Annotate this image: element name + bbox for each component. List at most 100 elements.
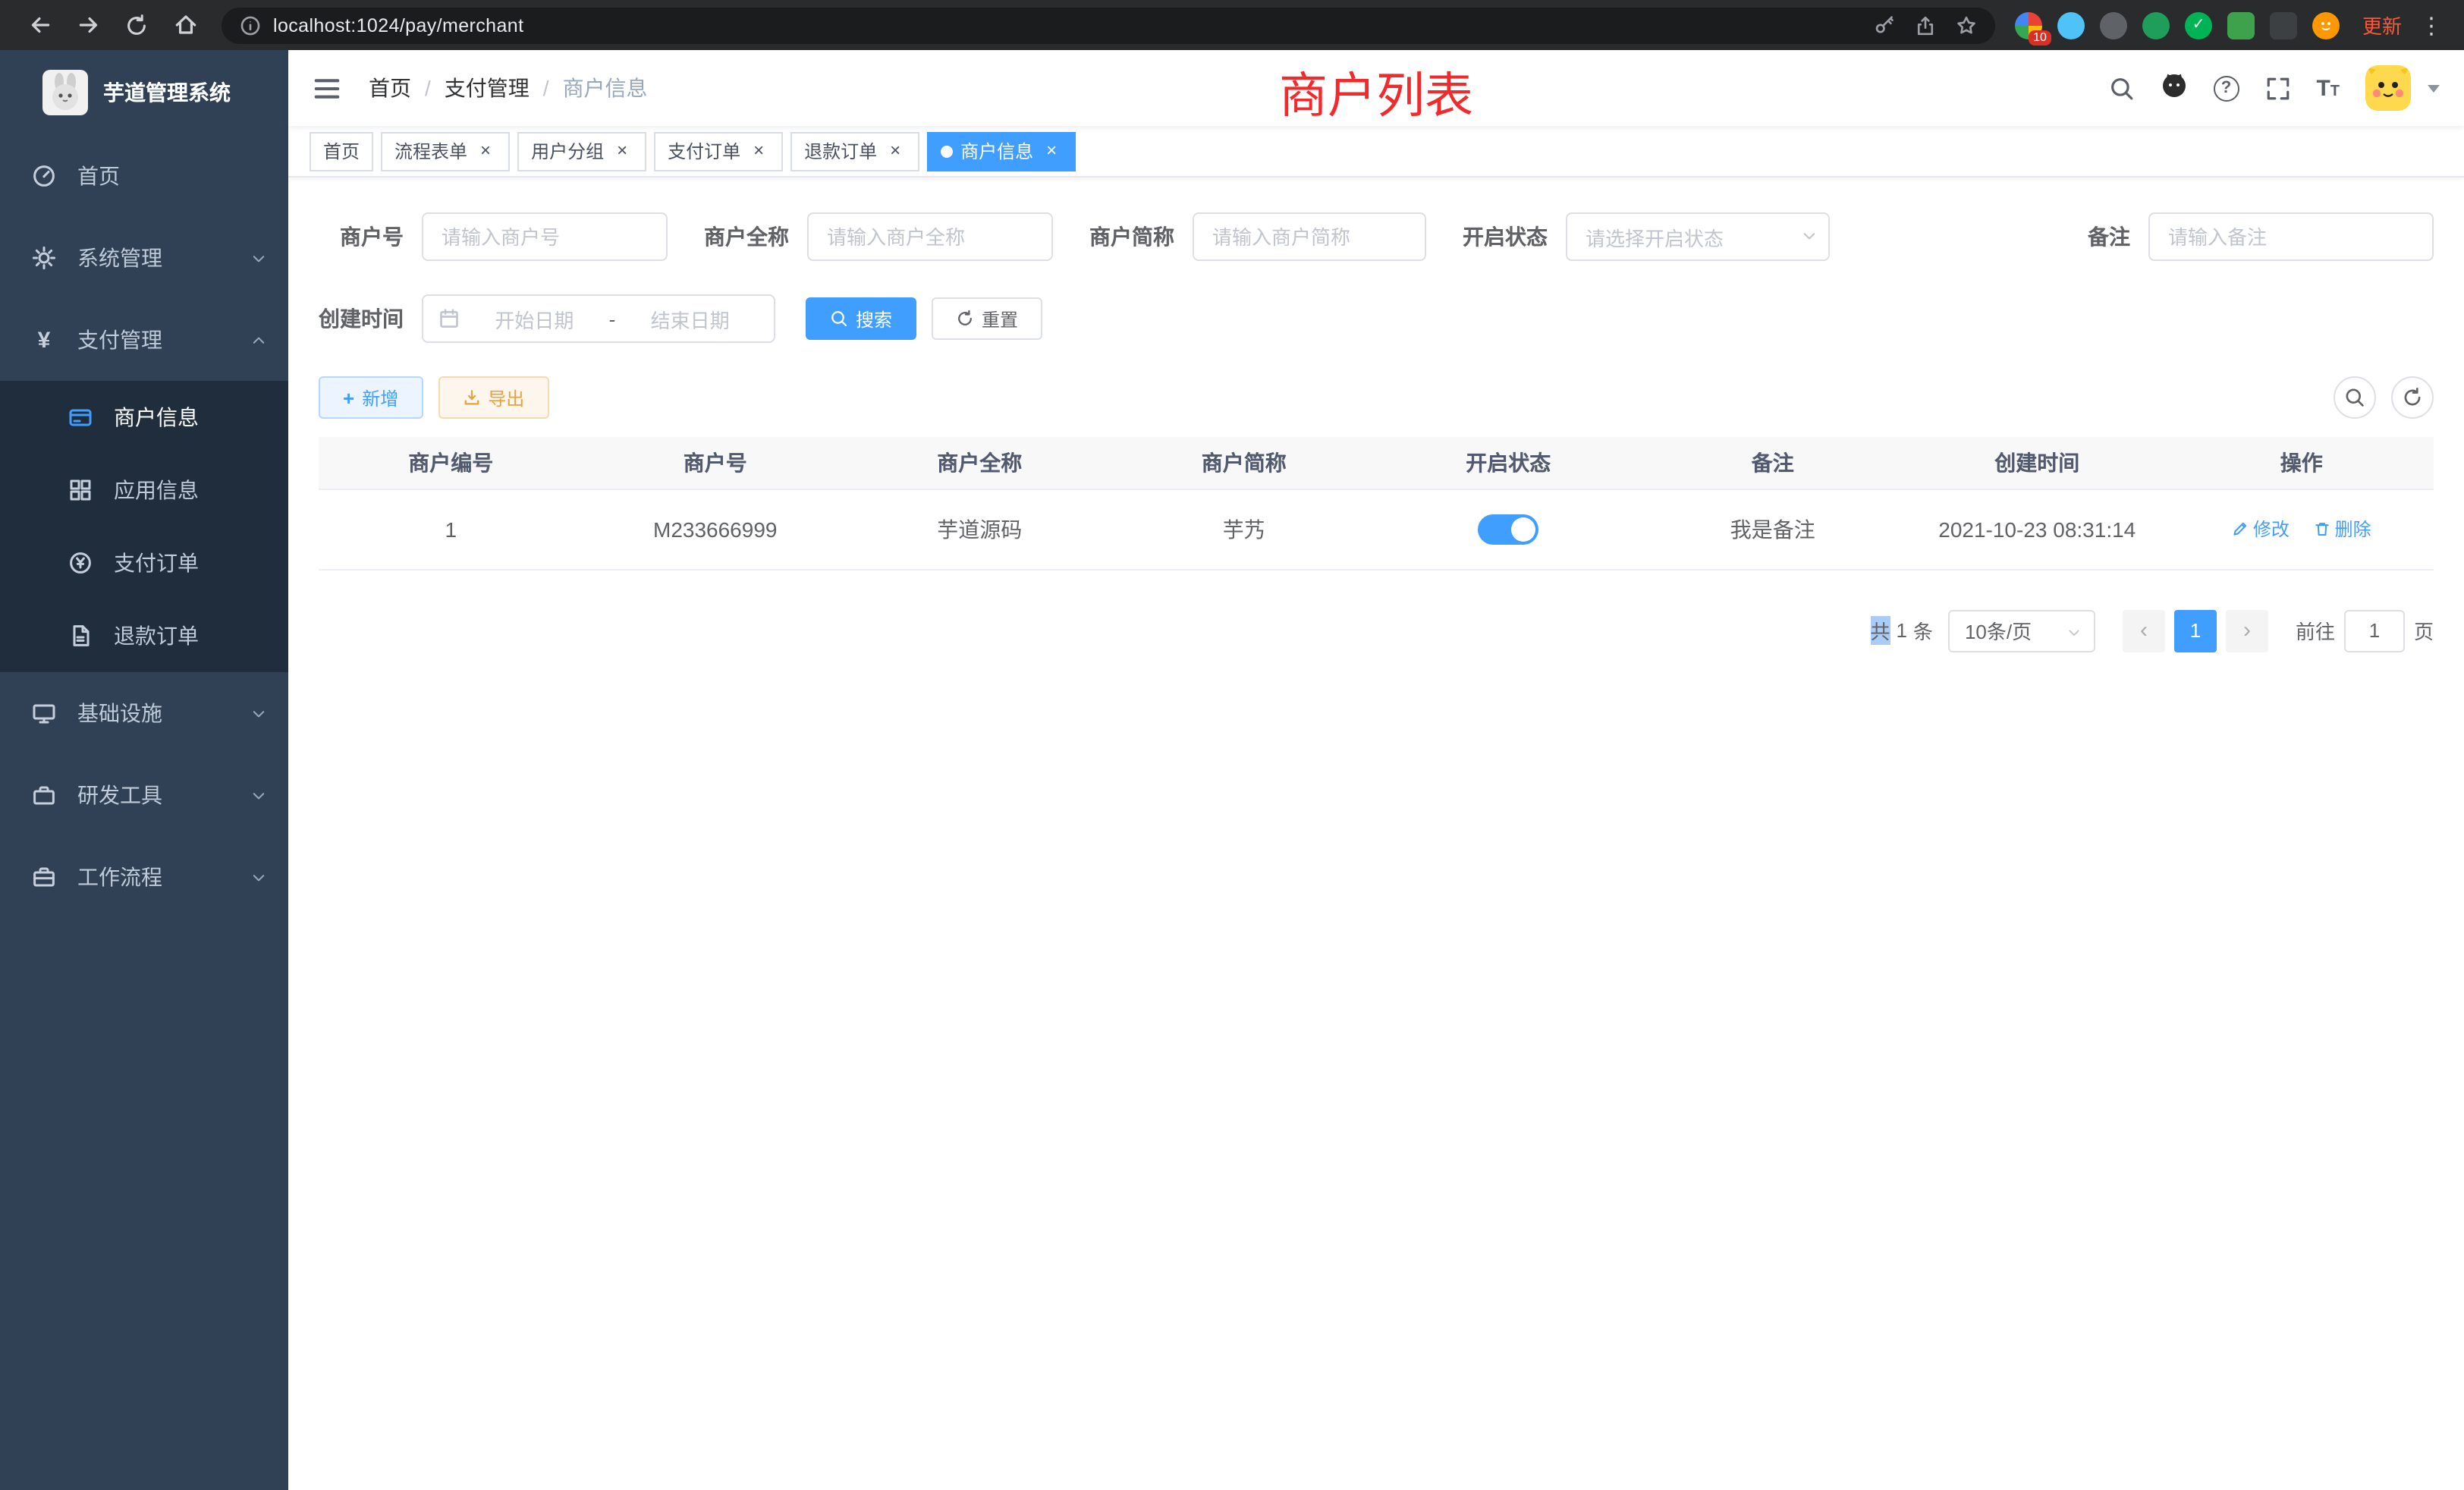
briefcase-icon	[30, 865, 58, 889]
sidebar-item-payment[interactable]: ¥ 支付管理	[0, 299, 288, 381]
breadcrumb-payment[interactable]: 支付管理	[445, 73, 530, 103]
sidebar-item-merchant-info[interactable]: 商户信息	[0, 381, 288, 454]
remark-input[interactable]	[2148, 212, 2434, 261]
create-time-label: 创建时间	[319, 303, 422, 334]
sidebar-item-infra[interactable]: 基础设施	[0, 672, 288, 754]
tab-pay-order[interactable]: 支付订单 ×	[654, 131, 783, 171]
close-icon[interactable]: ×	[748, 140, 769, 162]
caret-down-icon[interactable]	[2428, 84, 2440, 92]
github-icon[interactable]	[2160, 71, 2187, 105]
close-icon[interactable]: ×	[475, 140, 496, 162]
site-info-icon[interactable]	[240, 14, 261, 36]
breadcrumb-current: 商户信息	[563, 73, 648, 103]
reset-button[interactable]: 重置	[932, 297, 1042, 340]
extension-check-icon[interactable]: ✓	[2185, 11, 2212, 39]
status-toggle[interactable]	[1478, 514, 1538, 544]
app-logo[interactable]: 芋道管理系统	[0, 50, 288, 135]
breadcrumb-home[interactable]: 首页	[369, 73, 411, 103]
browser-home-button[interactable]	[165, 5, 205, 45]
tab-merchant-info[interactable]: 商户信息 ×	[927, 131, 1076, 171]
col-merchant-id: 商户编号	[319, 437, 583, 489]
sidebar-item-label: 首页	[77, 161, 120, 191]
export-button[interactable]: 导出	[438, 376, 548, 419]
sidebar-item-pay-order[interactable]: 支付订单	[0, 527, 288, 599]
page-size-select[interactable]: 10条/页	[1948, 609, 2095, 652]
search-toggle-button[interactable]	[2334, 376, 2376, 419]
close-icon[interactable]: ×	[611, 140, 633, 162]
sidebar-item-workflow[interactable]: 工作流程	[0, 836, 288, 918]
col-short-name: 商户简称	[1112, 437, 1377, 489]
merchant-table: 商户编号 商户号 商户全称 商户简称 开启状态 备注 创建时间 操作 1	[319, 437, 2434, 570]
full-name-input[interactable]	[807, 212, 1053, 261]
delete-link[interactable]: 删除	[2314, 516, 2371, 542]
close-icon[interactable]: ×	[885, 140, 906, 162]
extension-gray-icon[interactable]	[2100, 11, 2127, 39]
tab-user-group[interactable]: 用户分组 ×	[517, 131, 646, 171]
extension-droplet-icon[interactable]	[2057, 11, 2085, 39]
password-key-icon[interactable]	[1874, 14, 1895, 36]
extension-sheets-icon[interactable]	[2227, 11, 2255, 39]
cell-full-name: 芋道源码	[847, 489, 1112, 569]
breadcrumb-separator: /	[425, 76, 431, 100]
bookmark-star-icon[interactable]	[1956, 14, 1977, 36]
sidebar-item-app-info[interactable]: 应用信息	[0, 454, 288, 527]
calendar-icon	[438, 308, 460, 329]
col-status: 开启状态	[1376, 437, 1641, 489]
close-icon[interactable]: ×	[1041, 140, 1062, 162]
sidebar-item-label: 系统管理	[77, 243, 162, 273]
browser-reload-button[interactable]	[117, 5, 156, 45]
tab-refund-order[interactable]: 退款订单 ×	[790, 131, 919, 171]
breadcrumb: 首页 / 支付管理 / 商户信息	[369, 73, 648, 103]
browser-menu-icon[interactable]: ⋮	[2420, 11, 2443, 39]
status-select[interactable]: 请选择开启状态	[1566, 212, 1830, 261]
tab-home[interactable]: 首页	[310, 131, 373, 171]
add-button[interactable]: + 新增	[319, 376, 423, 419]
prev-page-button[interactable]: ‹	[2123, 609, 2165, 652]
cell-create-time: 2021-10-23 08:31:14	[1905, 489, 2170, 569]
create-time-range-picker[interactable]: 开始日期 - 结束日期	[422, 294, 775, 343]
search-icon[interactable]	[2108, 75, 2134, 101]
search-button[interactable]: 搜索	[806, 297, 916, 340]
address-bar[interactable]: localhost:1024/pay/merchant	[222, 7, 1995, 43]
goto-page-input[interactable]	[2344, 609, 2405, 652]
next-page-button[interactable]: ›	[2226, 609, 2268, 652]
browser-forward-button[interactable]	[68, 5, 108, 45]
sidebar-item-label: 商户信息	[114, 402, 199, 432]
edit-link[interactable]: 修改	[2232, 516, 2290, 542]
chevron-down-icon	[250, 250, 267, 266]
fullscreen-icon[interactable]	[2264, 75, 2290, 101]
browser-update-button[interactable]: 更新	[2362, 11, 2402, 39]
extension-emoji-icon[interactable]	[2312, 11, 2340, 39]
short-name-input[interactable]	[1193, 212, 1426, 261]
chevron-down-icon	[250, 787, 267, 803]
page-1-button[interactable]: 1	[2174, 609, 2217, 652]
sidebar-menu: 首页 系统管理 ¥ 支付管理	[0, 135, 288, 918]
extension-pin-icon[interactable]	[2270, 11, 2297, 39]
start-date-placeholder: 开始日期	[466, 304, 603, 333]
font-size-icon[interactable]: TT	[2316, 75, 2340, 101]
extension-badge: 10	[2029, 30, 2051, 45]
extension-green-icon[interactable]	[2142, 11, 2170, 39]
hamburger-icon[interactable]	[313, 74, 341, 102]
sidebar-item-refund-order[interactable]: 退款订单	[0, 599, 288, 672]
date-separator: -	[609, 307, 616, 330]
refresh-button[interactable]	[2391, 376, 2434, 419]
sidebar-item-system[interactable]: 系统管理	[0, 217, 288, 299]
extension-colorful-icon[interactable]: 10	[2015, 11, 2042, 39]
cell-status	[1376, 489, 1641, 569]
yen-icon: ¥	[30, 328, 58, 351]
plus-icon: +	[343, 388, 354, 407]
logo-rabbit-icon	[42, 70, 88, 115]
sidebar-item-label: 支付管理	[77, 325, 162, 355]
payment-submenu: 商户信息 应用信息 支付订单	[0, 381, 288, 672]
merchant-no-input[interactable]	[422, 212, 668, 261]
browser-back-button[interactable]	[20, 5, 59, 45]
sidebar-item-devtools[interactable]: 研发工具	[0, 754, 288, 836]
help-icon[interactable]: ?	[2213, 75, 2239, 101]
sidebar-item-home[interactable]: 首页	[0, 135, 288, 217]
user-avatar[interactable]	[2365, 65, 2411, 111]
chevron-down-icon	[250, 869, 267, 885]
navbar-actions: ? TT	[2108, 65, 2440, 111]
tab-process-form[interactable]: 流程表单 ×	[381, 131, 510, 171]
share-icon[interactable]	[1915, 14, 1936, 36]
